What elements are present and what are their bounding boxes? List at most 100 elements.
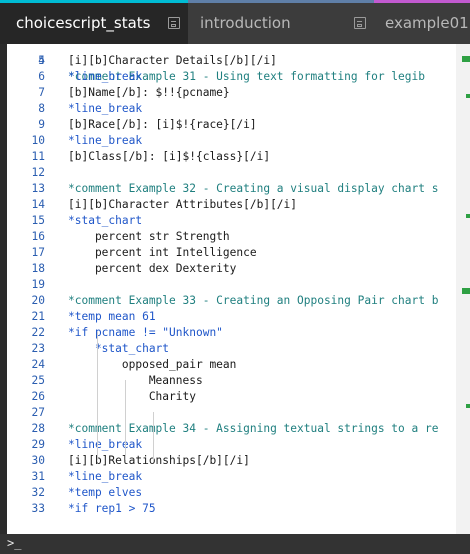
code-line[interactable]: 21 *temp mean 61 bbox=[7, 309, 462, 325]
line-number: 21 bbox=[31, 310, 45, 323]
line-text: *comment Example 33 - Creating an Opposi… bbox=[68, 294, 439, 307]
line-number: 31 bbox=[31, 470, 45, 483]
line-number: 16 bbox=[31, 230, 45, 243]
line-number: 33 bbox=[31, 502, 45, 515]
indent-guide bbox=[125, 380, 126, 460]
line-text: percent str Strength bbox=[68, 230, 230, 243]
line-number: 8 bbox=[38, 102, 45, 115]
line-number: 25 bbox=[31, 374, 45, 387]
tab-label: introduction bbox=[200, 14, 291, 32]
line-text: [b]Class[/b]: [i]$!{class}[/i] bbox=[68, 150, 271, 163]
line-number: 24 bbox=[31, 358, 45, 371]
line-number: 15 bbox=[31, 214, 45, 227]
code-line[interactable]: 19 bbox=[7, 277, 462, 293]
code-line[interactable]: 18 percent dex Dexterity bbox=[7, 261, 462, 277]
line-number: 12 bbox=[31, 166, 45, 179]
code-line[interactable]: 15 *stat_chart bbox=[7, 213, 462, 229]
save-icon[interactable] bbox=[354, 17, 366, 29]
code-line[interactable]: 9 [b]Race[/b]: [i]$!{race}[/i] bbox=[7, 117, 462, 133]
code-line[interactable]: 17 percent int Intelligence bbox=[7, 245, 462, 261]
line-number: 10 bbox=[31, 134, 45, 147]
line-number: 14 bbox=[31, 198, 45, 211]
code-line[interactable]: 28 *comment Example 34 - Assigning textua… bbox=[7, 421, 462, 437]
code-line[interactable]: 27 bbox=[7, 405, 462, 421]
minimap-marker bbox=[462, 56, 470, 62]
scrollbar-minimap[interactable] bbox=[456, 44, 470, 534]
code-line[interactable]: 14 [i][b]Character Attributes[/b][/i] bbox=[7, 197, 462, 213]
code-line[interactable]: 13 *comment Example 32 - Creating a visua… bbox=[7, 181, 462, 197]
line-number: 30 bbox=[31, 454, 45, 467]
code-line[interactable]: 7 [b]Name[/b]: $!!{pcname} bbox=[7, 85, 462, 101]
line-number: 26 bbox=[31, 390, 45, 403]
line-number: 27 bbox=[31, 406, 45, 419]
line-number: 5 bbox=[38, 54, 45, 67]
line-text: *line_break bbox=[68, 438, 143, 451]
line-number: 29 bbox=[31, 438, 45, 451]
line-text: *line_break bbox=[68, 470, 143, 483]
tab-example01[interactable]: example01 bbox=[374, 0, 470, 44]
line-number: 9 bbox=[38, 118, 45, 131]
tab-choicescript-stats[interactable]: choicescript_stats bbox=[0, 0, 188, 44]
line-number: 32 bbox=[31, 486, 45, 499]
line-text: [i][b]Character Details[/b][/i] bbox=[68, 54, 277, 67]
line-number: 19 bbox=[31, 278, 45, 291]
save-icon[interactable] bbox=[168, 17, 180, 29]
code-line[interactable]: 31 *line_break bbox=[7, 469, 462, 485]
tab-label: example01 bbox=[385, 14, 469, 32]
code-line-partial: 4 *comment Example 31 - Using text forma… bbox=[38, 54, 425, 83]
line-number: 28 bbox=[31, 422, 45, 435]
code-line[interactable]: 8 *line_break bbox=[7, 101, 462, 117]
line-text: *comment Example 34 - Assigning textual … bbox=[68, 422, 439, 435]
line-text: *line_break bbox=[68, 70, 143, 83]
line-text: *line_break bbox=[68, 102, 143, 115]
code-line[interactable]: 25 Meanness bbox=[7, 373, 462, 389]
line-number: 17 bbox=[31, 246, 45, 259]
line-text: *stat_chart bbox=[68, 214, 143, 227]
tab-introduction[interactable]: introduction bbox=[188, 0, 374, 44]
line-text: percent int Intelligence bbox=[68, 246, 257, 259]
code-line[interactable]: 11 [b]Class[/b]: [i]$!{class}[/i] bbox=[7, 149, 462, 165]
minimap-marker bbox=[466, 94, 470, 98]
line-text: *comment Example 32 - Creating a visual … bbox=[68, 182, 439, 195]
indent-guide bbox=[97, 364, 98, 460]
code-editor[interactable]: 4 *comment Example 31 - Using text forma… bbox=[7, 44, 462, 534]
line-number: 23 bbox=[31, 342, 45, 355]
code-line[interactable]: 20 *comment Example 33 - Creating an Oppo… bbox=[7, 293, 462, 309]
line-text: [b]Name[/b]: $!!{pcname} bbox=[68, 86, 230, 99]
code-line[interactable]: 26 Charity bbox=[7, 389, 462, 405]
line-text: Meanness bbox=[68, 374, 203, 387]
minimap-marker bbox=[462, 288, 470, 294]
line-text: *stat_chart bbox=[68, 342, 170, 355]
code-line[interactable]: 32 *temp elves bbox=[7, 485, 462, 501]
line-number: 18 bbox=[31, 262, 45, 275]
code-line[interactable]: 33 *if rep1 > 75 bbox=[7, 501, 462, 517]
line-number: 20 bbox=[31, 294, 45, 307]
line-text: *if rep1 > 75 bbox=[68, 502, 156, 515]
code-line[interactable]: 16 percent str Strength bbox=[7, 229, 462, 245]
code-line[interactable]: 12 bbox=[7, 165, 462, 181]
minimap-marker bbox=[466, 404, 470, 408]
line-text: *temp mean 61 bbox=[68, 310, 156, 323]
line-text: *temp elves bbox=[68, 486, 143, 499]
tab-label: choicescript_stats bbox=[16, 14, 151, 32]
line-text: [i][b]Character Attributes[/b][/i] bbox=[68, 198, 298, 211]
code-line[interactable]: 6 *line_break bbox=[7, 69, 462, 85]
console-prompt: >_ bbox=[7, 536, 22, 550]
line-text: percent dex Dexterity bbox=[68, 262, 237, 275]
code-line[interactable]: 30 [i][b]Relationships[/b][/i] bbox=[7, 453, 462, 469]
code-line[interactable]: 5 [i][b]Character Details[/b][/i] bbox=[7, 53, 462, 69]
code-line[interactable]: 23 *stat_chart bbox=[7, 341, 462, 357]
code-line[interactable]: 24 opposed_pair mean bbox=[7, 357, 462, 373]
tab-bar: choicescript_stats introduction example0… bbox=[0, 0, 470, 44]
line-text: Charity bbox=[68, 390, 196, 403]
minimap-marker bbox=[466, 214, 470, 218]
line-text: *line_break bbox=[68, 134, 143, 147]
code-line[interactable]: 29 *line_break bbox=[7, 437, 462, 453]
line-text: [i][b]Relationships[/b][/i] bbox=[68, 454, 250, 467]
console-bar[interactable]: >_ bbox=[0, 534, 470, 554]
code-line[interactable]: 10 *line_break bbox=[7, 133, 462, 149]
code-line[interactable]: 22 *if pcname != "Unknown" bbox=[7, 325, 462, 341]
line-text: opposed_pair mean bbox=[68, 358, 237, 371]
line-text: *if pcname != "Unknown" bbox=[68, 326, 223, 339]
line-number: 11 bbox=[31, 150, 45, 163]
